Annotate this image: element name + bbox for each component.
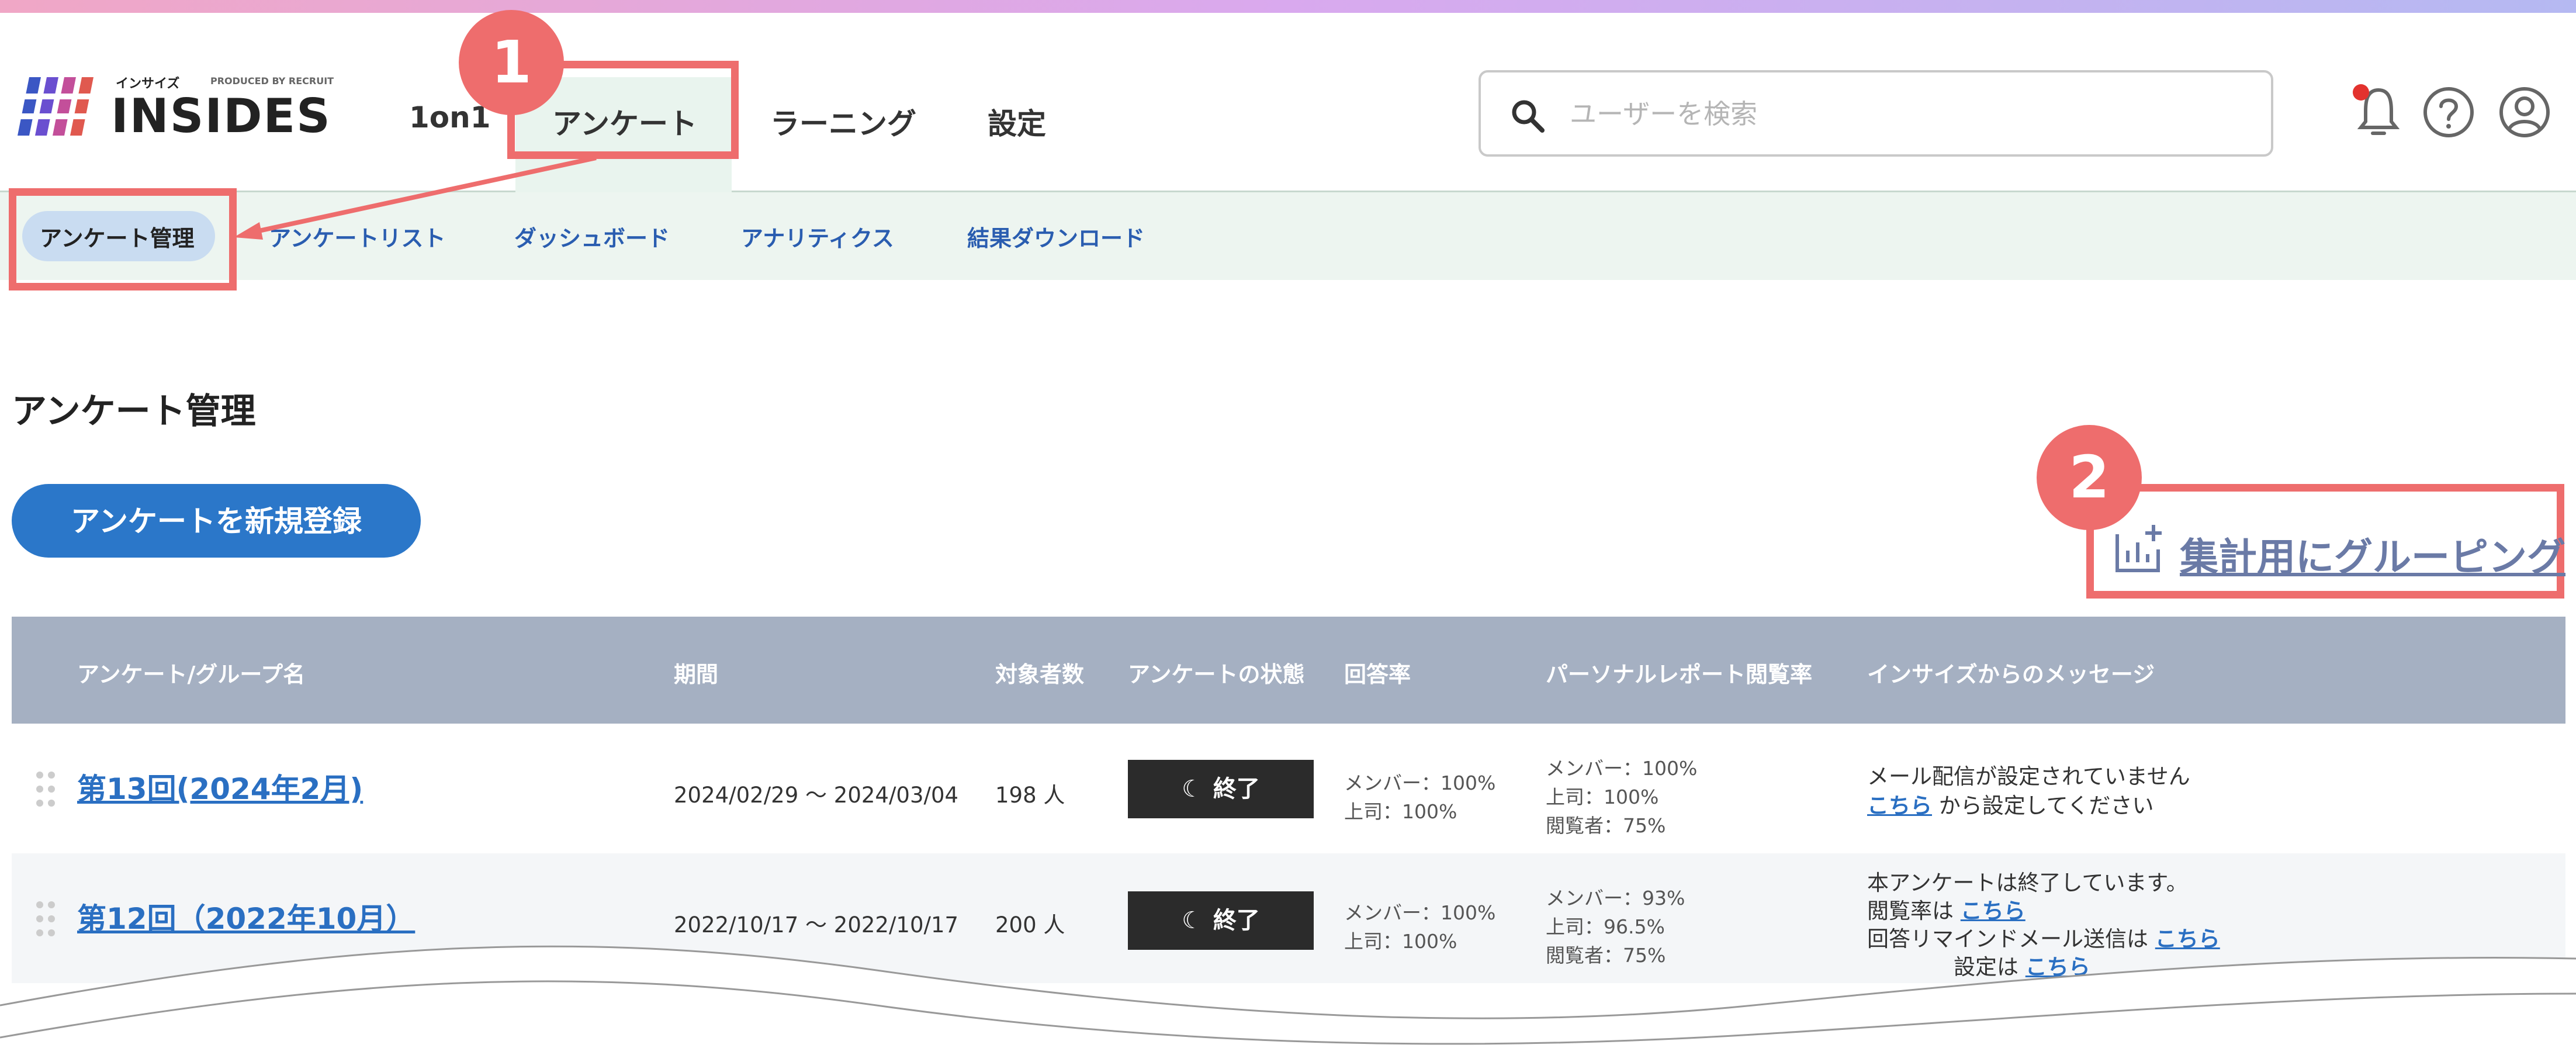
page-title: アンケート管理 bbox=[12, 391, 256, 432]
survey-title-link[interactable]: 第12回（2022年10月） bbox=[77, 895, 415, 938]
nav-settings[interactable]: 設定 bbox=[988, 101, 1046, 143]
search-input[interactable] bbox=[1569, 90, 2243, 138]
message-line: 閲覧率は こちら bbox=[1867, 893, 2026, 925]
logo-text: INSIDES bbox=[111, 89, 331, 143]
logo-produced-by: PRODUCED BY RECRUIT bbox=[210, 75, 334, 87]
annotation-marker-1: 1 bbox=[459, 10, 564, 115]
top-accent-bar bbox=[0, 0, 2576, 13]
table-header: アンケート/グループ名 期間 対象者数 アンケートの状態 回答率 パーソナルレポ… bbox=[12, 617, 2565, 724]
target-count: 198 人 bbox=[995, 783, 1065, 808]
report-rate-member: メンバー：93% bbox=[1546, 887, 1685, 909]
report-rate-member: メンバー：100% bbox=[1546, 757, 1698, 780]
th-message: インサイズからのメッセージ bbox=[1867, 662, 2155, 687]
message-link[interactable]: こちら bbox=[1961, 898, 2026, 924]
logo-mark-icon bbox=[18, 77, 99, 136]
subnav-result-download[interactable]: 結果ダウンロード bbox=[967, 220, 1145, 253]
torn-edge-decoration bbox=[0, 945, 2576, 1048]
answer-rate-member: メンバー：100% bbox=[1344, 772, 1496, 794]
message-line: こちら から設定してください bbox=[1867, 788, 2154, 819]
report-rate-boss: 上司：100% bbox=[1546, 786, 1659, 808]
drag-handle-icon[interactable] bbox=[35, 900, 56, 938]
nav-learning[interactable]: ラーニング bbox=[770, 101, 916, 143]
th-answer-rate: 回答率 bbox=[1344, 662, 1411, 687]
moon-icon: ☾ bbox=[1182, 776, 1203, 803]
target-count: 200 人 bbox=[995, 912, 1065, 938]
nav-1on1[interactable]: 1on1 bbox=[409, 101, 491, 134]
message-text: から設定してください bbox=[1932, 793, 2154, 818]
message-text: 閲覧率は bbox=[1867, 898, 1961, 924]
notification-bell-icon[interactable] bbox=[2349, 83, 2408, 141]
new-survey-button[interactable]: アンケートを新規登録 bbox=[12, 484, 421, 558]
annotation-box-1b bbox=[9, 188, 237, 290]
th-period: 期間 bbox=[674, 662, 719, 687]
chart-add-icon bbox=[2115, 525, 2162, 572]
th-survey-status: アンケートの状態 bbox=[1128, 662, 1305, 687]
group-link-label: 集計用にグルーピング bbox=[2180, 535, 2565, 580]
annotation-marker-2: 2 bbox=[2037, 425, 2142, 530]
th-report-view-rate: パーソナルレポート閲覧率 bbox=[1546, 662, 1813, 687]
drag-handle-icon[interactable] bbox=[35, 770, 56, 808]
period: 2024/02/29 ～ 2024/03/04 bbox=[674, 783, 959, 808]
help-icon[interactable] bbox=[2419, 83, 2478, 141]
status-label: 終了 bbox=[1213, 776, 1260, 803]
search-icon bbox=[1512, 100, 1545, 133]
th-survey-name: アンケート/グループ名 bbox=[77, 662, 306, 687]
user-search[interactable] bbox=[1479, 70, 2273, 157]
survey-title-link[interactable]: 第13回(2024年2月) bbox=[77, 766, 363, 808]
period: 2022/10/17 ～ 2022/10/17 bbox=[674, 912, 959, 938]
insides-logo[interactable]: インサイズ PRODUCED BY RECRUIT INSIDES bbox=[18, 63, 334, 150]
message-link[interactable]: こちら bbox=[1867, 793, 1932, 818]
th-target-count: 対象者数 bbox=[995, 662, 1085, 687]
subnav-analytics[interactable]: アナリティクス bbox=[741, 220, 894, 253]
status-label: 終了 bbox=[1213, 907, 1260, 934]
account-icon[interactable] bbox=[2495, 83, 2554, 141]
annotation-arrow bbox=[234, 155, 597, 240]
status-badge: ☾ 終了 bbox=[1128, 760, 1314, 818]
answer-rate-member: メンバー：100% bbox=[1344, 901, 1496, 924]
answer-rate-boss: 上司：100% bbox=[1344, 800, 1457, 823]
report-rate-viewer: 閲覧者：75% bbox=[1546, 814, 1666, 837]
message-line: 本アンケートは終了しています。 bbox=[1867, 870, 2188, 895]
message-line: メール配信が設定されていません bbox=[1867, 764, 2190, 789]
table-row: 第13回(2024年2月) 2024/02/29 ～ 2024/03/04 19… bbox=[12, 724, 2565, 853]
